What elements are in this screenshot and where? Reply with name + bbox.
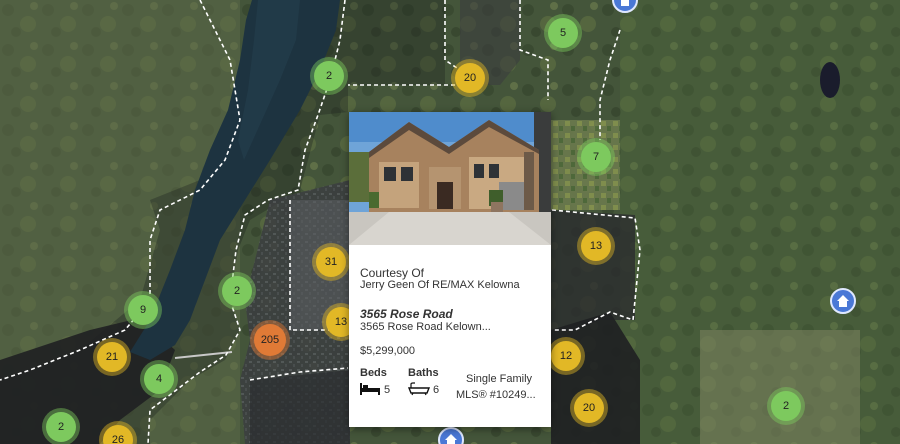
beds-value: 5 — [384, 384, 391, 396]
cluster-marker[interactable]: 7 — [581, 142, 611, 172]
cluster-marker[interactable]: 4 — [144, 364, 174, 394]
cluster-marker[interactable]: 205 — [254, 324, 286, 356]
courtesy-label: Courtesy Of — [360, 266, 425, 280]
listing-popup[interactable]: Courtesy Of Jerry Geen Of RE/MAX Kelowna… — [349, 112, 551, 427]
mls-number: MLS® #10249... — [456, 389, 536, 401]
cluster-marker[interactable]: 31 — [316, 247, 346, 277]
listing-photo[interactable] — [349, 112, 551, 245]
cluster-marker[interactable]: 21 — [97, 342, 127, 372]
beds-label: Beds — [360, 367, 387, 379]
cluster-marker[interactable]: 2 — [222, 276, 252, 306]
courtesy-agent-name: Jerry Geen Of RE/MAX Kelowna — [360, 279, 520, 291]
cluster-marker[interactable]: 13 — [581, 231, 611, 261]
map-view[interactable]: 5 2 20 7 13 31 2 13 205 9 21 4 12 20 2 2 26 Cou — [0, 0, 900, 444]
cluster-marker[interactable]: 12 — [551, 341, 581, 371]
listing-address-title[interactable]: 3565 Rose Road — [360, 307, 453, 321]
bathtub-icon — [407, 382, 431, 396]
home-pin-marker[interactable] — [830, 288, 856, 314]
home-icon — [837, 295, 849, 307]
cluster-marker[interactable]: 5 — [548, 18, 578, 48]
bed-icon — [360, 383, 380, 395]
cluster-marker[interactable]: 2 — [314, 61, 344, 91]
listing-price: $5,299,000 — [360, 345, 416, 357]
listing-address-subtitle: 3565 Rose Road Kelown... — [360, 321, 491, 333]
cluster-marker[interactable]: 20 — [455, 63, 485, 93]
home-icon — [619, 0, 631, 6]
baths-label: Baths — [408, 367, 439, 379]
cluster-marker[interactable]: 20 — [574, 393, 604, 423]
cluster-marker[interactable]: 2 — [46, 412, 76, 442]
property-type: Single Family — [466, 373, 533, 385]
cluster-marker[interactable]: 2 — [771, 391, 801, 421]
home-icon — [445, 434, 457, 444]
baths-value: 6 — [433, 384, 440, 396]
cluster-marker[interactable]: 9 — [128, 295, 158, 325]
